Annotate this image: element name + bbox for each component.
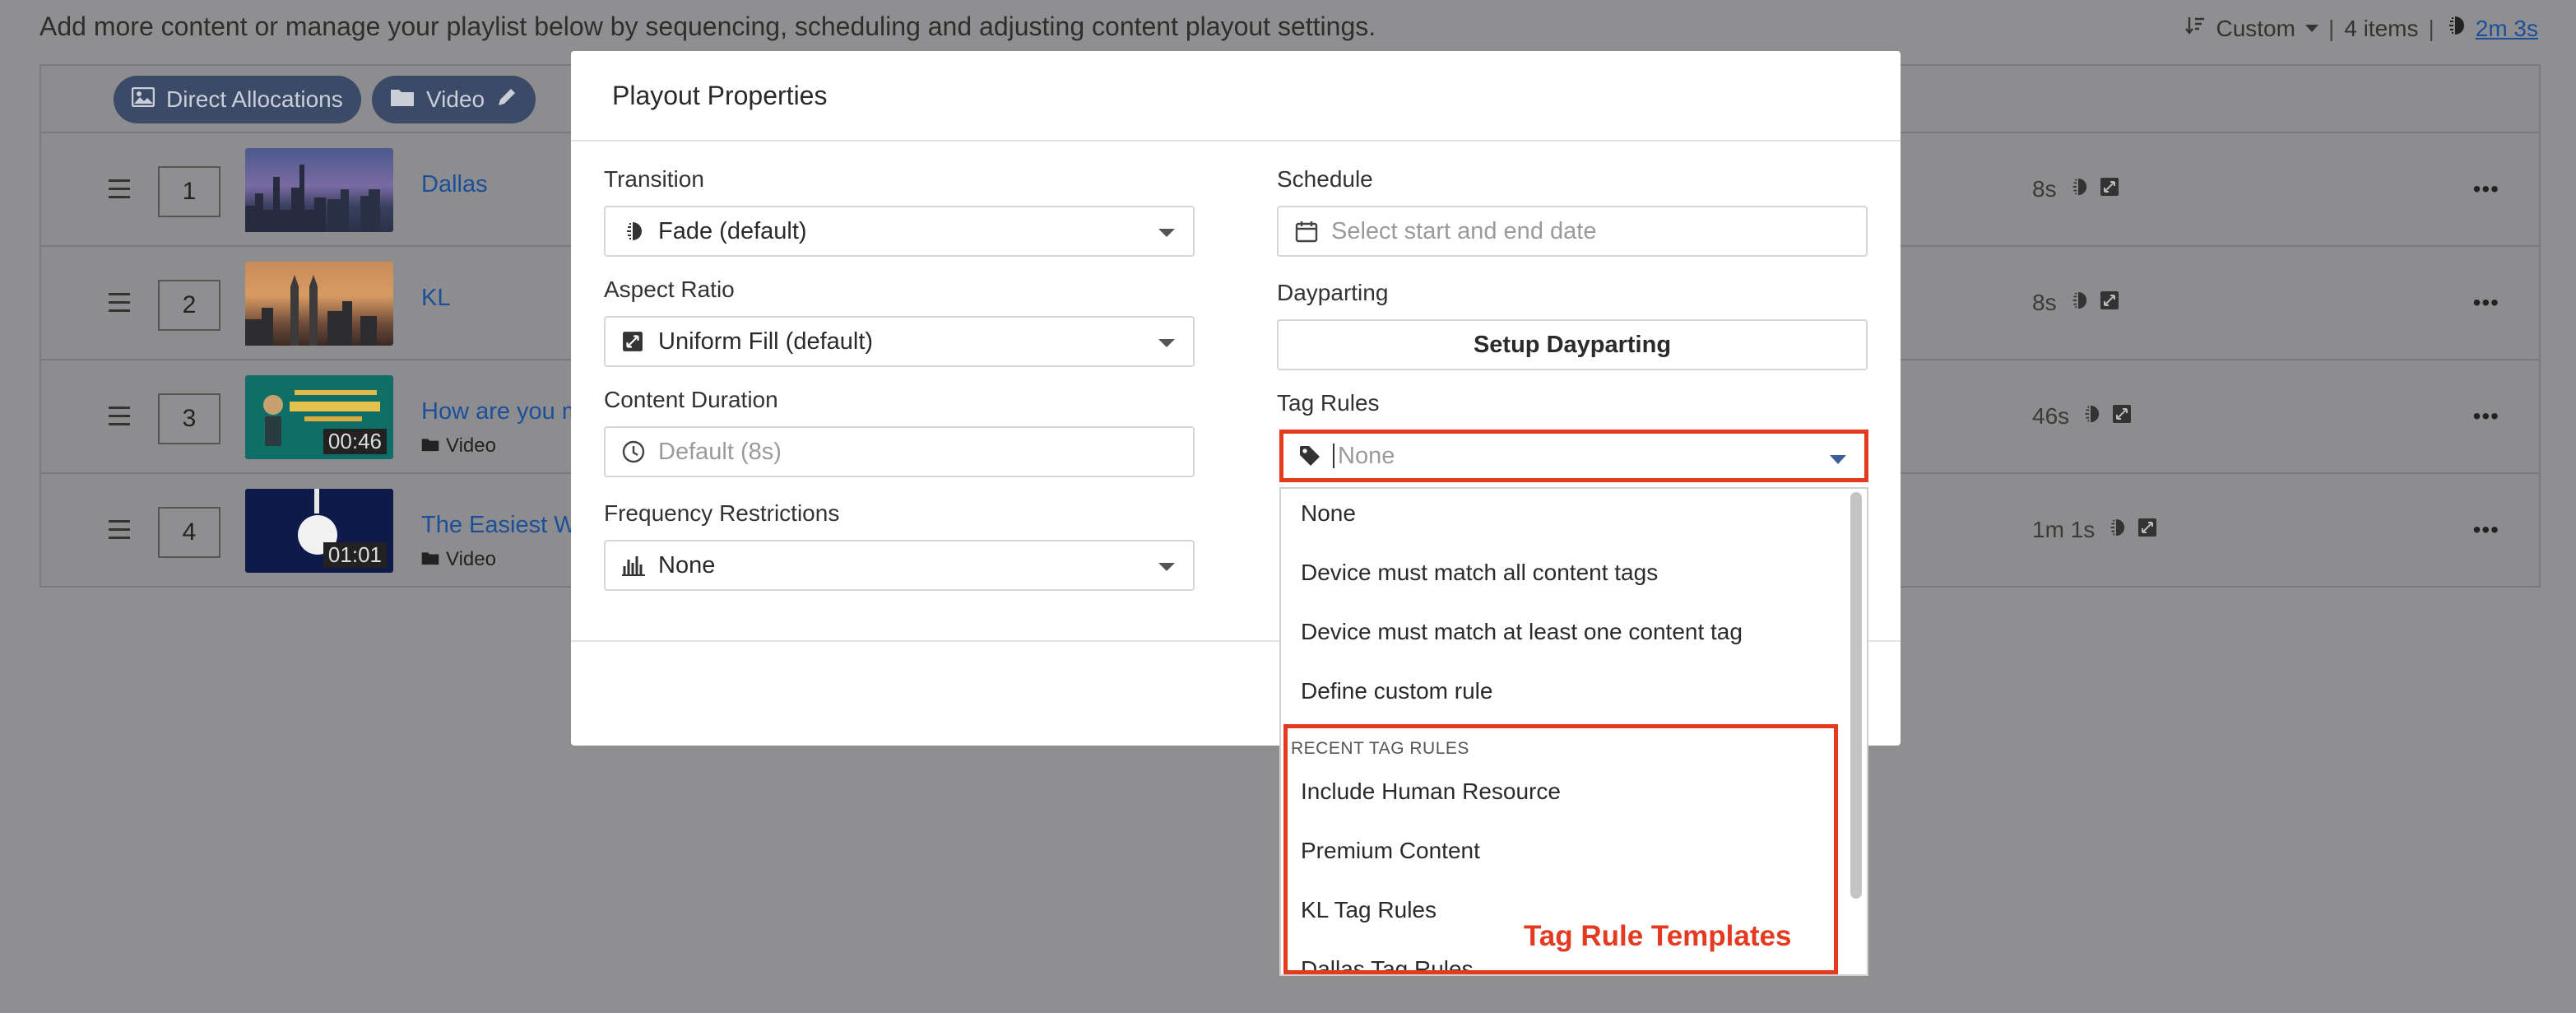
tag-rules-select[interactable]: None [1279, 430, 1868, 482]
frequency-value: None [658, 551, 716, 579]
playlist-summary: Custom | 4 items | 2m 3s [2184, 15, 2538, 42]
folder-icon [421, 434, 439, 458]
chevron-down-icon[interactable] [2304, 25, 2318, 32]
order-input[interactable]: 3 [158, 393, 220, 444]
content-duration-placeholder: Default (8s) [658, 438, 782, 465]
chevron-down-icon [1158, 339, 1175, 347]
schedule-placeholder: Select start and end date [1331, 217, 1597, 244]
dropdown-option-match-one[interactable]: Device must match at least one content t… [1301, 619, 1743, 645]
filter-chip-video[interactable]: Video [372, 76, 536, 123]
row-duration: 1m 1s [2032, 517, 2157, 543]
dayparting-label: Dayparting [1277, 280, 1389, 305]
filter-chip-label: Video [426, 86, 485, 112]
aspect-ratio-value: Uniform Fill (default) [658, 328, 874, 355]
content-thumbnail: 01:01 [245, 489, 393, 573]
divider: | [2428, 15, 2434, 41]
content-title-link[interactable]: KL [421, 285, 450, 312]
content-duration-input[interactable]: Default (8s) [604, 426, 1195, 477]
row-duration: 8s [2032, 176, 2119, 202]
content-type-label: Video [446, 434, 496, 457]
item-count: 4 items [2344, 15, 2419, 41]
sort-icon[interactable] [2184, 15, 2206, 42]
aspect-ratio-icon [622, 331, 647, 352]
chevron-down-icon[interactable] [1830, 455, 1846, 464]
divider: | [2328, 15, 2335, 41]
chevron-down-icon [1158, 229, 1175, 237]
transition-icon [2068, 176, 2088, 202]
aspect-ratio-select[interactable]: Uniform Fill (default) [604, 316, 1195, 367]
content-thumbnail: 00:46 [245, 375, 393, 459]
aspect-ratio-icon [2112, 403, 2132, 430]
content-title-link[interactable]: The Easiest Wa [421, 512, 589, 539]
text-cursor [1333, 444, 1334, 468]
transition-icon [2081, 403, 2100, 430]
duration-text: 8s [2032, 176, 2057, 202]
more-options-icon[interactable]: ••• [2473, 290, 2499, 316]
drag-handle-icon[interactable] [109, 407, 130, 431]
drag-handle-icon[interactable] [109, 520, 130, 545]
schedule-label: Schedule [1277, 166, 1373, 192]
transition-icon [2106, 517, 2126, 543]
bar-chart-icon [622, 555, 647, 576]
sort-select[interactable]: Custom [2216, 16, 2295, 42]
row-duration: 46s [2032, 403, 2132, 430]
dropdown-option-custom-rule[interactable]: Define custom rule [1301, 678, 1492, 704]
transition-value: Fade (default) [658, 217, 807, 244]
clock-icon [622, 440, 647, 463]
content-thumbnail [245, 148, 393, 232]
dropdown-option-none[interactable]: None [1301, 500, 1356, 527]
video-length-badge: 01:01 [323, 542, 387, 568]
schedule-input[interactable]: Select start and end date [1277, 206, 1868, 257]
page-intro: Add more content or manage your playlist… [39, 12, 1376, 41]
content-thumbnail [245, 262, 393, 346]
dropdown-scrollbar[interactable] [1850, 492, 1862, 899]
filter-chip-direct-allocations[interactable]: Direct Allocations [114, 76, 361, 123]
frequency-label: Frequency Restrictions [604, 500, 840, 526]
folder-icon [390, 86, 415, 113]
transition-icon [2068, 290, 2088, 316]
calendar-icon [1295, 220, 1320, 243]
content-title-link[interactable]: Dallas [421, 171, 488, 198]
chevron-down-icon [1158, 563, 1175, 571]
drag-handle-icon[interactable] [109, 293, 130, 318]
folder-icon [421, 548, 439, 571]
aspect-ratio-icon [2137, 517, 2157, 543]
content-type: Video [421, 434, 496, 458]
duration-text: 46s [2032, 403, 2070, 429]
dropdown-option-match-all[interactable]: Device must match all content tags [1301, 560, 1658, 586]
aspect-ratio-label: Aspect Ratio [604, 276, 735, 302]
more-options-icon[interactable]: ••• [2473, 176, 2499, 202]
tag-rules-label: Tag Rules [1277, 390, 1380, 416]
pencil-icon[interactable] [496, 86, 518, 114]
duration-text: 8s [2032, 290, 2057, 315]
filter-chip-label: Direct Allocations [166, 86, 343, 112]
more-options-icon[interactable]: ••• [2473, 517, 2499, 543]
total-duration-link[interactable]: 2m 3s [2476, 16, 2538, 42]
order-input[interactable]: 4 [158, 507, 220, 558]
content-type: Video [421, 548, 496, 571]
order-input[interactable]: 2 [158, 280, 220, 331]
setup-dayparting-button[interactable]: Setup Dayparting [1277, 319, 1868, 370]
transition-icon [622, 221, 647, 242]
transition-select[interactable]: Fade (default) [604, 206, 1195, 257]
row-duration: 8s [2032, 290, 2119, 316]
duration-text: 1m 1s [2032, 517, 2096, 542]
more-options-icon[interactable]: ••• [2473, 403, 2499, 430]
transition-icon [2444, 15, 2466, 42]
aspect-ratio-icon [2100, 290, 2119, 316]
order-input[interactable]: 1 [158, 166, 220, 217]
modal-title: Playout Properties [571, 51, 1901, 142]
annotation-label: Tag Rule Templates [1524, 920, 1792, 952]
frequency-select[interactable]: None [604, 540, 1195, 591]
content-duration-label: Content Duration [604, 387, 778, 412]
content-type-label: Video [446, 548, 496, 570]
aspect-ratio-icon [2100, 176, 2119, 202]
image-icon [131, 86, 155, 113]
video-length-badge: 00:46 [323, 429, 387, 454]
drag-handle-icon[interactable] [109, 179, 130, 204]
transition-label: Transition [604, 166, 704, 192]
tag-icon [1298, 444, 1323, 467]
tag-rules-placeholder: None [1338, 442, 1395, 469]
content-title-link[interactable]: How are you m [421, 398, 582, 425]
